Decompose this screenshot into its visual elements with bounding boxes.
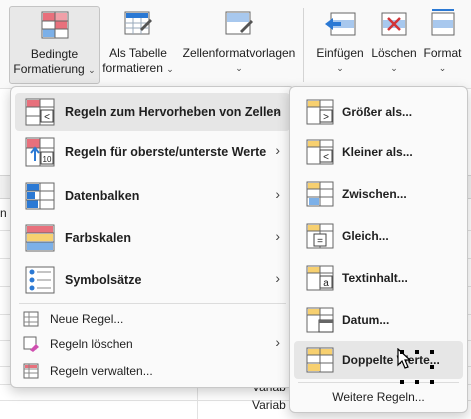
menu-item-new-rule[interactable]: Neue Regel... <box>15 307 290 331</box>
data-bars-icon <box>23 179 57 213</box>
svg-text:10: 10 <box>43 155 52 164</box>
menu-item-label: Datenbalken <box>65 189 140 203</box>
conditional-formatting-menu: < Regeln zum Hervorheben von Zellen › 10… <box>10 86 295 388</box>
cell-text: Variab <box>252 398 286 412</box>
greater-than-icon: > <box>304 96 336 128</box>
delete-label: Löschen <box>371 46 417 60</box>
conditional-formatting-label-1: Bedingte <box>30 47 79 61</box>
chevron-down-icon: ⌄ <box>235 63 243 73</box>
svg-text:a: a <box>323 278 329 289</box>
menu-item-text-contains[interactable]: a Textinhalt... <box>294 259 463 297</box>
duplicate-values-icon <box>304 344 336 376</box>
menu-item-label: Textinhalt... <box>342 271 408 285</box>
cell-styles-button[interactable]: Zellenformatvorlagen ⌄ <box>180 6 298 76</box>
format-as-table-label-1: Als Tabelle <box>109 46 167 60</box>
menu-item-label: Kleiner als... <box>342 145 413 159</box>
menu-item-label: Neue Regel... <box>50 312 124 326</box>
between-icon <box>304 178 336 210</box>
menu-item-data-bars[interactable]: Datenbalken › <box>15 177 290 215</box>
format-as-table-icon <box>123 6 153 42</box>
insert-label: Einfügen <box>316 46 364 60</box>
menu-item-manage-rules[interactable]: Regeln verwalten... <box>15 359 290 383</box>
chevron-down-icon: ⌄ <box>166 64 174 74</box>
menu-item-label: Datum... <box>342 313 390 327</box>
color-scales-icon <box>23 221 57 255</box>
menu-item-label: Regeln löschen <box>50 337 133 351</box>
ribbon-separator <box>303 8 304 82</box>
manage-rules-icon <box>23 363 39 379</box>
icon-sets-icon <box>23 263 57 297</box>
delete-button[interactable]: Löschen ⌄ <box>370 6 418 76</box>
selection-marquee-icon <box>400 350 434 384</box>
conditional-formatting-label-2: Formatierung ⌄ <box>13 62 96 76</box>
svg-text:<: < <box>323 152 329 163</box>
menu-item-clear-rules[interactable]: Regeln löschen › <box>15 332 290 356</box>
svg-text:<: < <box>44 112 50 123</box>
menu-item-label: Regeln verwalten... <box>50 364 153 378</box>
menu-item-more-rules[interactable]: Weitere Regeln... <box>290 390 467 404</box>
cell-styles-icon <box>224 6 254 42</box>
menu-separator <box>19 303 286 304</box>
svg-text:=: = <box>317 236 323 247</box>
menu-item-between[interactable]: Zwischen... <box>294 175 463 213</box>
menu-item-top-bottom-rules[interactable]: 10 Regeln für oberste/unterste Werte › <box>15 133 290 171</box>
menu-item-label: Regeln für oberste/unterste Werte <box>65 145 267 159</box>
svg-text:>: > <box>323 112 329 123</box>
calendar-icon <box>304 304 336 336</box>
text-contains-icon: a <box>304 262 336 294</box>
menu-item-highlight-cell-rules[interactable]: < Regeln zum Hervorheben von Zellen › <box>15 93 290 131</box>
menu-item-label: Größer als... <box>342 105 413 119</box>
eraser-icon <box>23 336 39 352</box>
top-bottom-rules-icon: 10 <box>23 135 57 169</box>
chevron-right-icon: › <box>275 270 280 286</box>
cell-styles-label: Zellenformatvorlagen <box>182 46 296 60</box>
highlight-cell-rules-submenu: > Größer als... < Kleiner als... Zwische… <box>289 86 468 413</box>
menu-item-label: Farbskalen <box>65 231 132 245</box>
menu-item-label: Symbolsätze <box>65 273 142 287</box>
menu-item-greater-than[interactable]: > Größer als... <box>294 93 463 131</box>
chevron-down-icon: ⌄ <box>438 63 447 73</box>
chevron-right-icon: › <box>275 228 280 244</box>
menu-item-less-than[interactable]: < Kleiner als... <box>294 133 463 171</box>
cell-text: n <box>0 206 7 220</box>
chevron-down-icon: ⌄ <box>336 63 344 73</box>
insert-cells-icon <box>323 6 357 42</box>
format-button[interactable]: Format ⌄ <box>420 6 465 76</box>
chevron-right-icon: › <box>275 334 280 350</box>
format-cells-icon <box>428 6 458 42</box>
menu-item-label: Gleich... <box>342 229 389 243</box>
chevron-down-icon: ⌄ <box>390 63 398 73</box>
equal-to-icon: = <box>304 220 336 252</box>
chevron-down-icon: ⌄ <box>88 65 96 75</box>
chevron-right-icon: › <box>275 102 280 118</box>
menu-item-color-scales[interactable]: Farbskalen › <box>15 219 290 257</box>
menu-item-equal-to[interactable]: = Gleich... <box>294 217 463 255</box>
menu-item-duplicate-values[interactable]: Doppelte Werte... <box>294 341 463 379</box>
menu-item-label: Zwischen... <box>342 187 407 201</box>
conditional-formatting-icon <box>40 7 70 43</box>
menu-item-icon-sets[interactable]: Symbolsätze › <box>15 261 290 299</box>
insert-button[interactable]: Einfügen ⌄ <box>312 6 368 76</box>
format-label: Format <box>423 46 462 60</box>
chevron-right-icon: › <box>275 142 280 158</box>
menu-item-date-occurring[interactable]: Datum... <box>294 301 463 339</box>
format-as-table-label-2: formatieren ⌄ <box>102 61 174 75</box>
chevron-right-icon: › <box>275 186 280 202</box>
highlight-cells-rules-icon: < <box>23 95 57 129</box>
conditional-formatting-button[interactable]: Bedingte Formatierung ⌄ <box>9 6 100 84</box>
less-than-icon: < <box>304 136 336 168</box>
new-rule-icon <box>23 311 39 327</box>
menu-item-label: Regeln zum Hervorheben von Zellen <box>65 105 282 119</box>
delete-cells-icon <box>378 6 410 42</box>
format-as-table-button[interactable]: Als Tabelle formatieren ⌄ <box>100 6 176 77</box>
